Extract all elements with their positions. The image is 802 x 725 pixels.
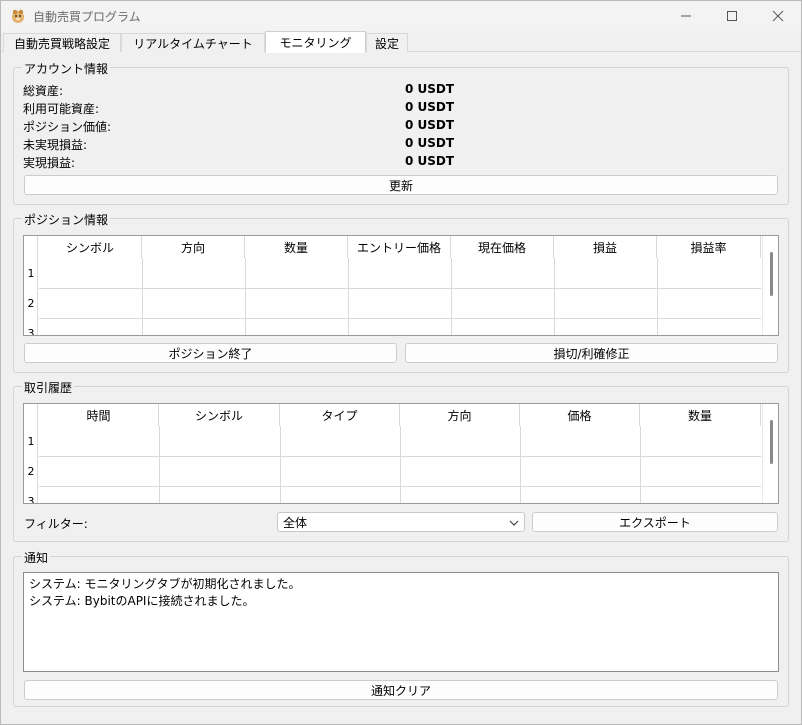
- row-divider: [39, 318, 761, 319]
- column-header-price[interactable]: 価格: [520, 404, 640, 426]
- scrollbar-thumb[interactable]: [770, 252, 773, 296]
- position-value-label: ポジション価値:: [23, 120, 112, 134]
- column-divider: [142, 258, 143, 335]
- tab-realtime-chart[interactable]: リアルタイムチャート: [121, 33, 265, 52]
- column-header-type[interactable]: タイプ: [280, 404, 400, 426]
- export-button[interactable]: エクスポート: [532, 512, 778, 532]
- app-window: 自動売買プログラム 自動売買戦略設定 リアルタイムチャート モニタリング 設定 …: [0, 0, 802, 725]
- unrealized-pnl-label: 未実現損益:: [23, 138, 88, 152]
- total-assets-value: 0 USDT: [405, 82, 455, 96]
- account-info-title: アカウント情報: [22, 60, 111, 77]
- notifications-title: 通知: [22, 549, 51, 566]
- row-divider: [39, 456, 761, 457]
- realized-pnl-label: 実現損益:: [23, 156, 76, 170]
- minimize-icon: [681, 15, 691, 17]
- position-info-title: ポジション情報: [22, 211, 111, 228]
- maximize-icon: [727, 11, 737, 21]
- available-assets-label: 利用可能資産:: [23, 102, 100, 116]
- column-divider: [400, 426, 401, 503]
- filter-label: フィルター:: [24, 517, 88, 531]
- row-divider: [39, 288, 761, 289]
- column-header-direction[interactable]: 方向: [400, 404, 520, 426]
- row-number: 3: [27, 495, 35, 504]
- column-divider: [640, 426, 641, 503]
- column-header-pnl[interactable]: 損益: [554, 236, 657, 258]
- row-number: 3: [27, 327, 35, 336]
- modify-sl-tp-button[interactable]: 損切/利確修正: [405, 343, 778, 363]
- positions-scrollbar[interactable]: [762, 236, 778, 335]
- available-assets-value: 0 USDT: [405, 100, 455, 114]
- column-divider: [554, 258, 555, 335]
- column-header-current-price[interactable]: 現在価格: [451, 236, 554, 258]
- positions-table[interactable]: シンボル 方向 数量 エントリー価格 現在価格 損益 損益率 1 2 3: [23, 235, 779, 336]
- column-header-pnl-rate[interactable]: 損益率: [657, 236, 761, 258]
- column-divider: [280, 426, 281, 503]
- app-icon: [12, 9, 24, 23]
- notifications-log[interactable]: システム: モニタリングタブが初期化されました。 システム: BybitのAPI…: [23, 572, 779, 672]
- trade-history-title: 取引履歴: [22, 379, 75, 396]
- column-header-quantity[interactable]: 数量: [640, 404, 761, 426]
- column-header-entry-price[interactable]: エントリー価格: [348, 236, 451, 258]
- column-divider: [245, 258, 246, 335]
- column-divider: [159, 426, 160, 503]
- close-button[interactable]: [755, 1, 801, 31]
- minimize-button[interactable]: [663, 1, 709, 31]
- tab-bar: 自動売買戦略設定 リアルタイムチャート モニタリング 設定: [1, 31, 801, 53]
- realized-pnl-value: 0 USDT: [405, 154, 455, 168]
- history-table[interactable]: 時間 シンボル タイプ 方向 価格 数量 1 2 3: [23, 403, 779, 504]
- row-number: 2: [27, 297, 35, 310]
- column-header-direction[interactable]: 方向: [142, 236, 245, 258]
- column-header-time[interactable]: 時間: [39, 404, 159, 426]
- position-value-value: 0 USDT: [405, 118, 455, 132]
- filter-select[interactable]: 全体: [277, 512, 525, 532]
- close-position-button[interactable]: ポジション終了: [24, 343, 397, 363]
- tab-settings[interactable]: 設定: [366, 33, 408, 52]
- filter-select-value: 全体: [283, 515, 308, 530]
- row-number: 1: [27, 267, 35, 280]
- row-header-column: [24, 236, 38, 335]
- close-icon: [772, 10, 784, 22]
- total-assets-label: 総資産:: [23, 84, 64, 98]
- row-divider: [39, 486, 761, 487]
- row-header-column: [24, 404, 38, 503]
- column-divider: [657, 258, 658, 335]
- notification-line: システム: モニタリングタブが初期化されました。: [29, 577, 301, 591]
- column-divider: [451, 258, 452, 335]
- column-header-quantity[interactable]: 数量: [245, 236, 348, 258]
- history-scrollbar[interactable]: [762, 404, 778, 503]
- refresh-button[interactable]: 更新: [24, 175, 778, 195]
- row-number: 1: [27, 435, 35, 448]
- column-divider: [520, 426, 521, 503]
- clear-notifications-button[interactable]: 通知クリア: [24, 680, 778, 700]
- window-title: 自動売買プログラム: [33, 10, 141, 24]
- notification-line: システム: BybitのAPIに接続されました。: [29, 594, 255, 608]
- title-bar: 自動売買プログラム: [1, 1, 801, 31]
- column-header-symbol[interactable]: シンボル: [159, 404, 280, 426]
- tab-monitoring[interactable]: モニタリング: [265, 31, 366, 53]
- column-divider: [348, 258, 349, 335]
- unrealized-pnl-value: 0 USDT: [405, 136, 455, 150]
- column-header-symbol[interactable]: シンボル: [39, 236, 142, 258]
- tab-strategy-settings[interactable]: 自動売買戦略設定: [3, 33, 121, 52]
- scrollbar-thumb[interactable]: [770, 420, 773, 464]
- chevron-down-icon: [509, 520, 519, 526]
- maximize-button[interactable]: [709, 1, 755, 31]
- row-number: 2: [27, 465, 35, 478]
